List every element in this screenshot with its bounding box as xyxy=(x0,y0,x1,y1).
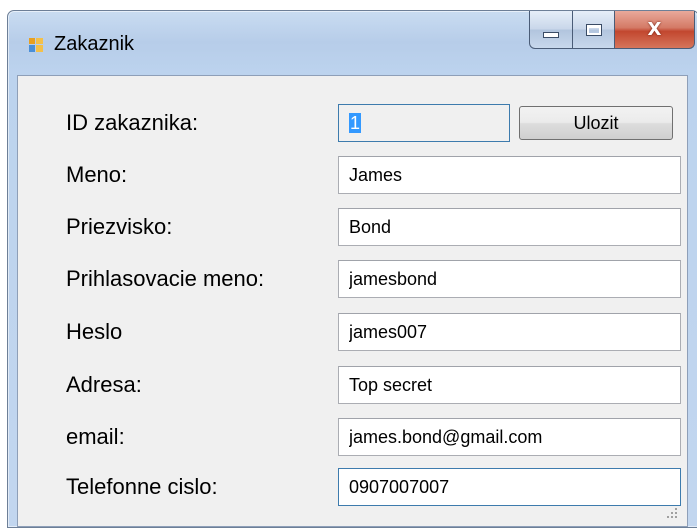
label-email: email: xyxy=(66,424,125,449)
telefonne-cislo-field[interactable] xyxy=(338,468,681,506)
email-field[interactable] xyxy=(338,418,681,456)
priezvisko-field[interactable] xyxy=(338,208,681,246)
close-button[interactable]: X xyxy=(615,11,695,49)
label-priezvisko: Priezvisko: xyxy=(66,214,173,239)
label-adresa: Adresa: xyxy=(66,372,142,397)
label-id-zakaznika: ID zakaznika: xyxy=(66,110,199,135)
id-zakaznika-value: 1 xyxy=(349,113,362,133)
meno-field[interactable] xyxy=(338,156,681,194)
maximize-button[interactable] xyxy=(573,11,615,49)
window-title: Zakaznik xyxy=(54,33,135,55)
resize-grip-icon[interactable] xyxy=(665,506,679,520)
close-icon: X xyxy=(647,19,662,40)
caption-buttons: X xyxy=(529,11,695,51)
prihlasovacie-meno-field[interactable] xyxy=(338,260,681,298)
label-prihlasovacie-meno: Prihlasovacie meno: xyxy=(66,266,265,291)
maximize-icon xyxy=(585,23,602,36)
app-window: Zakaznik X ID zakaznika: 1 Ulozit Meno: … xyxy=(7,10,697,528)
form-client-area: ID zakaznika: 1 Ulozit Meno: Priezvisko:… xyxy=(17,75,688,527)
heslo-field[interactable] xyxy=(338,313,681,351)
minimize-button[interactable] xyxy=(529,11,573,49)
label-heslo: Heslo xyxy=(66,319,123,344)
save-button[interactable]: Ulozit xyxy=(519,106,673,140)
form-icon xyxy=(29,38,43,52)
id-zakaznika-field[interactable]: 1 xyxy=(338,104,510,142)
label-telefonne-cislo: Telefonne cislo: xyxy=(66,474,218,499)
title-bar[interactable]: Zakaznik X xyxy=(8,11,697,75)
label-meno: Meno: xyxy=(66,162,128,187)
minimize-icon xyxy=(543,31,559,38)
adresa-field[interactable] xyxy=(338,366,681,404)
